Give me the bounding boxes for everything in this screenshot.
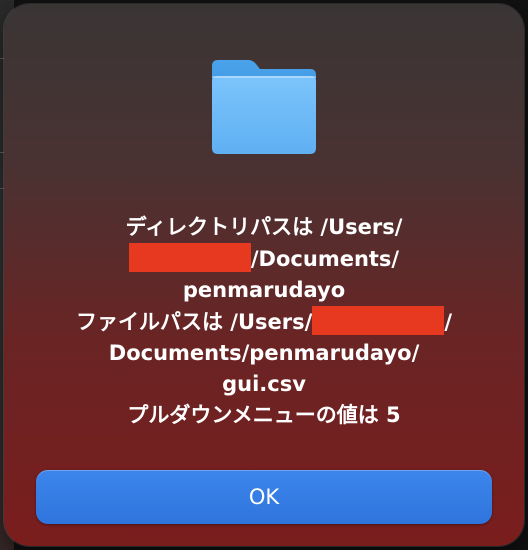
message-line: penmarudayo	[182, 278, 346, 302]
message-line: gui.csv	[222, 372, 306, 396]
redaction-box	[128, 243, 251, 272]
alert-message: ディレクトリパスは /Users/ /Documents/ penmaruday…	[44, 212, 484, 431]
screen: ディレクトリパスは /Users/ /Documents/ penmaruday…	[0, 0, 528, 550]
ok-button[interactable]: OK	[36, 470, 492, 524]
message-line: ディレクトリパスは /Users/	[125, 215, 403, 239]
message-line: Documents/penmarudayo/	[108, 341, 420, 365]
message-line: /Documents/	[44, 243, 484, 275]
message-line: プルダウンメニューの値は 5	[127, 403, 401, 427]
alert-dialog: ディレクトリパスは /Users/ /Documents/ penmaruday…	[4, 4, 524, 546]
redaction-box	[312, 306, 445, 335]
message-line: ファイルパスは /Users//	[44, 306, 484, 338]
folder-icon	[204, 54, 324, 164]
